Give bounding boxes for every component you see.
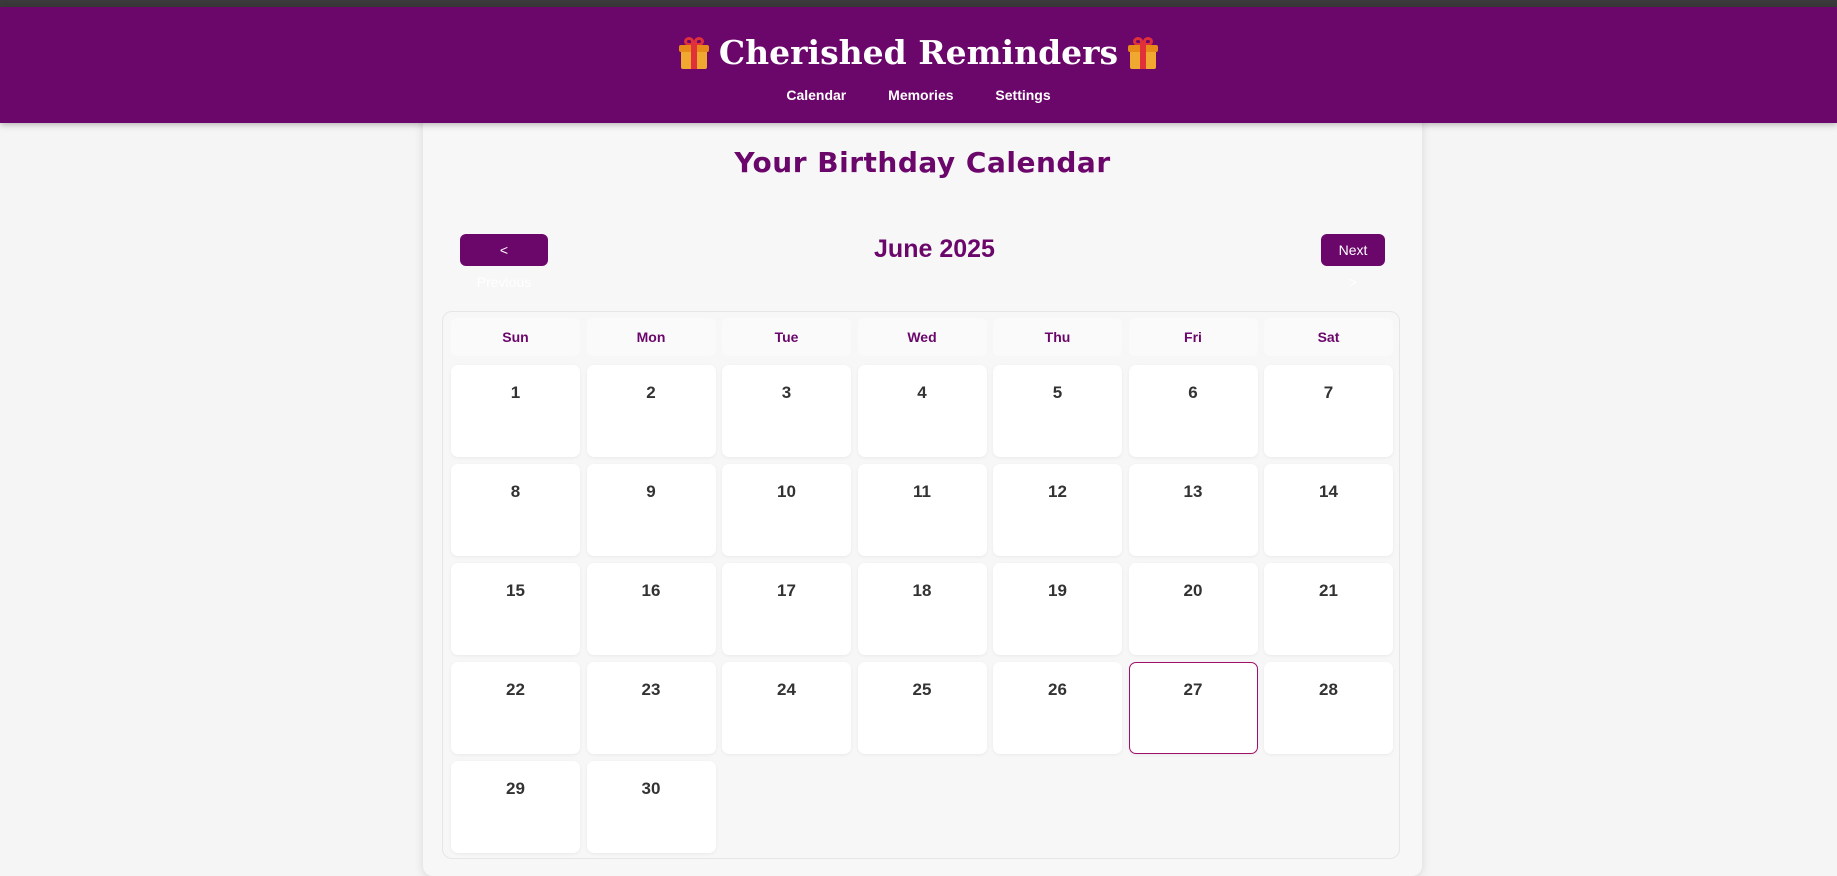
day-cell[interactable]: 30 (586, 761, 716, 853)
day-cell[interactable]: 12 (993, 464, 1122, 556)
weekday-label: Mon (586, 318, 716, 356)
day-cell[interactable]: 18 (857, 563, 987, 655)
day-cell[interactable]: 26 (993, 662, 1122, 754)
day-cell[interactable]: 1 (451, 365, 580, 457)
day-cell[interactable]: 21 (1264, 563, 1393, 655)
next-month-button[interactable]: Next > (1321, 234, 1385, 290)
day-cell[interactable]: 17 (722, 563, 851, 655)
main-nav: Calendar Memories Settings (0, 87, 1837, 103)
app-title: Cherished Reminders (718, 33, 1119, 72)
calendar-card: Your Birthday Calendar < Previous June 2… (423, 110, 1422, 876)
month-label: June 2025 (874, 235, 995, 263)
day-cells: 1 2 3 4 5 6 7 8 9 10 11 12 13 14 15 16 1… (451, 365, 1393, 853)
weekday-label: Sat (1264, 318, 1393, 356)
day-cell[interactable]: 9 (586, 464, 716, 556)
day-cell[interactable]: 23 (586, 662, 716, 754)
weekday-label: Fri (1128, 318, 1258, 356)
browser-top-strip (0, 0, 1837, 7)
weekday-header: Sun Mon Tue Wed Thu Fri Sat (451, 318, 1393, 356)
day-cell[interactable]: 22 (451, 662, 580, 754)
day-cell[interactable]: 3 (722, 365, 851, 457)
day-cell-today[interactable]: 27 (1128, 662, 1258, 754)
gift-icon (1128, 37, 1159, 69)
day-cell[interactable]: 10 (722, 464, 851, 556)
day-cell[interactable]: 4 (857, 365, 987, 457)
calendar-grid: Sun Mon Tue Wed Thu Fri Sat 1 2 3 4 5 6 … (442, 311, 1400, 859)
app-brand: Cherished Reminders (0, 33, 1837, 73)
nav-calendar[interactable]: Calendar (786, 87, 846, 103)
day-cell[interactable]: 28 (1264, 662, 1393, 754)
day-cell[interactable]: 20 (1128, 563, 1258, 655)
day-cell[interactable]: 7 (1264, 365, 1393, 457)
day-cell[interactable]: 6 (1128, 365, 1258, 457)
weekday-label: Tue (722, 318, 851, 356)
day-cell[interactable]: 13 (1128, 464, 1258, 556)
page-title: Your Birthday Calendar (734, 146, 1111, 179)
day-cell[interactable]: 24 (722, 662, 851, 754)
nav-settings[interactable]: Settings (995, 87, 1050, 103)
weekday-label: Sun (451, 318, 580, 356)
day-cell[interactable]: 16 (586, 563, 716, 655)
weekday-label: Thu (993, 318, 1122, 356)
day-cell[interactable]: 14 (1264, 464, 1393, 556)
day-cell[interactable]: 11 (857, 464, 987, 556)
day-cell[interactable]: 2 (586, 365, 716, 457)
weekday-label: Wed (857, 318, 987, 356)
day-cell[interactable]: 29 (451, 761, 580, 853)
day-cell[interactable]: 5 (993, 365, 1122, 457)
gift-icon (678, 37, 709, 69)
nav-memories[interactable]: Memories (888, 87, 953, 103)
day-cell[interactable]: 8 (451, 464, 580, 556)
day-cell[interactable]: 19 (993, 563, 1122, 655)
app-header: Cherished Reminders Calendar Memories Se… (0, 7, 1837, 123)
day-cell[interactable]: 15 (451, 563, 580, 655)
day-cell[interactable]: 25 (857, 662, 987, 754)
